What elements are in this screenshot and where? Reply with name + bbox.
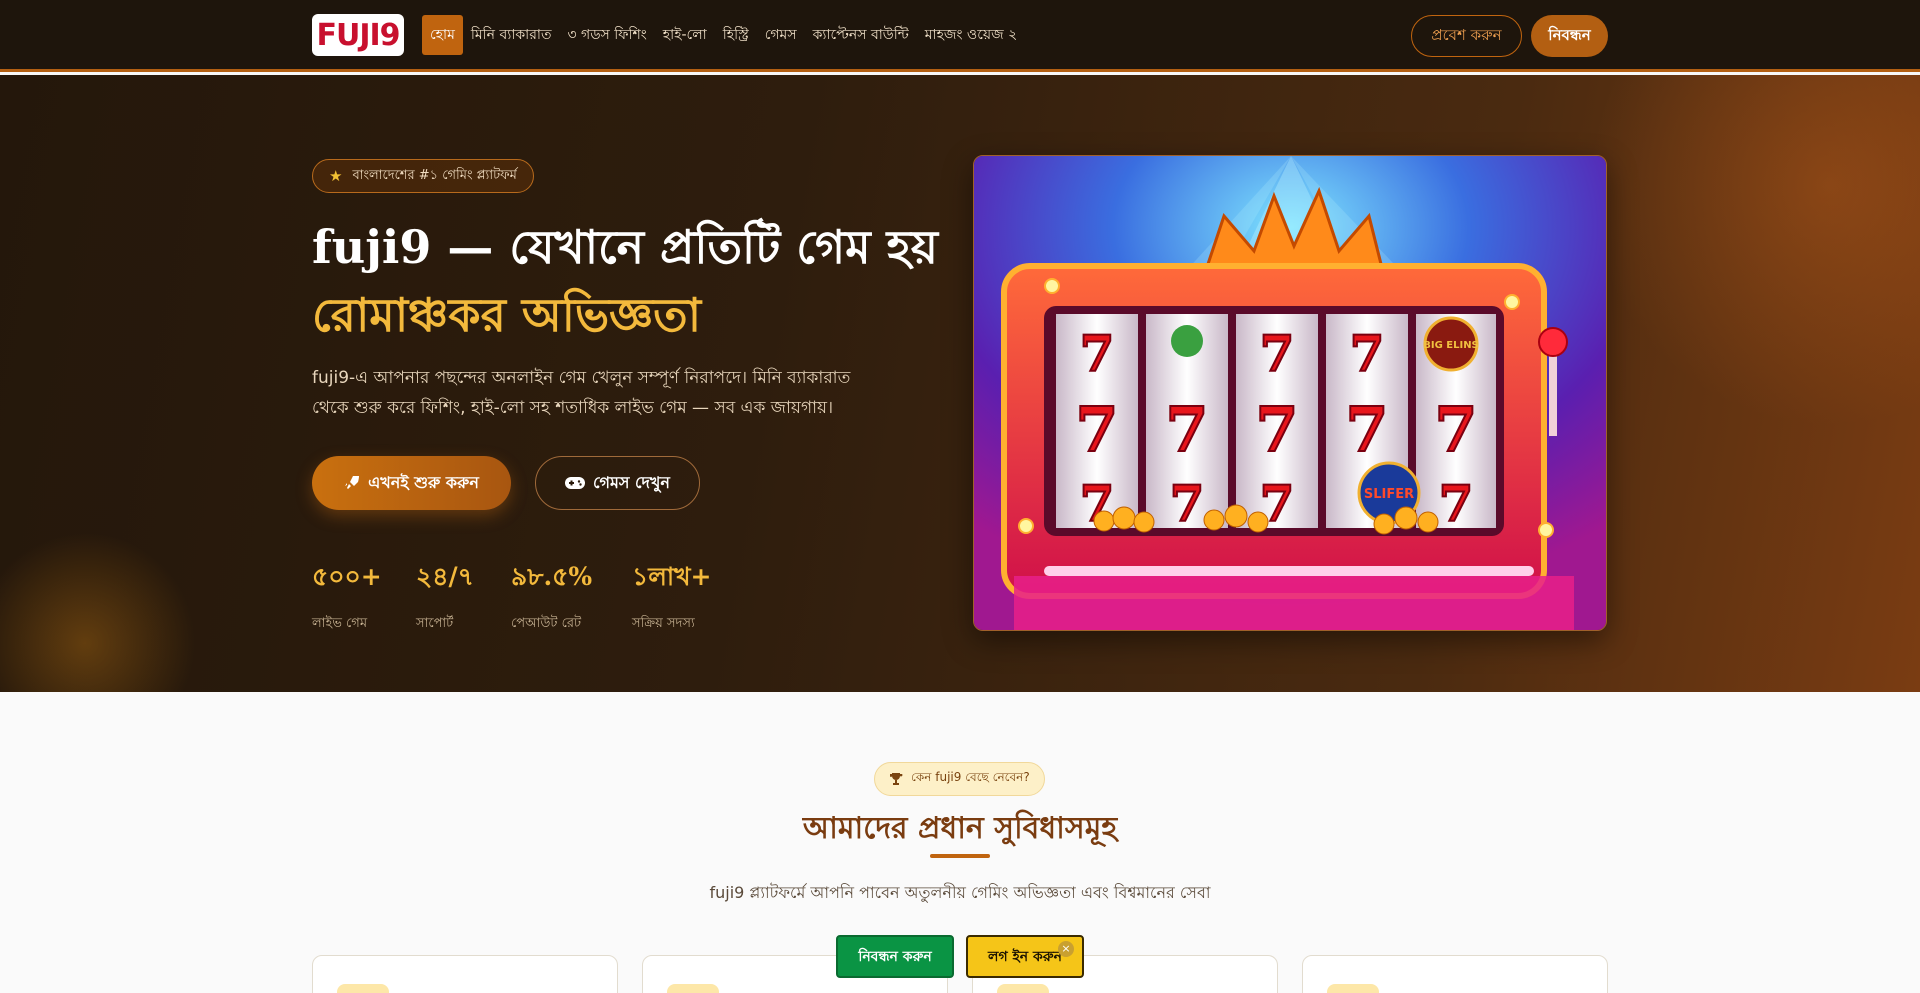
floating-register-button[interactable]: নিবন্ধন করুন	[836, 935, 954, 978]
platform-badge: ★ বাংলাদেশের #১ গেমিং প্ল্যাটফর্ম	[312, 159, 534, 193]
slot-seven: 7	[1439, 474, 1474, 533]
stat-support: ২৪/৭ সাপোর্ট	[416, 557, 474, 635]
nav-link-home[interactable]: হোম	[422, 15, 463, 55]
register-button[interactable]: নিবন্ধন	[1531, 15, 1608, 57]
stat-label: পেআউট রেট	[511, 616, 582, 631]
features-title: আমাদের প্রধান সুবিধাসমূহ	[802, 811, 1118, 846]
title-underline	[930, 854, 990, 858]
slot-seven: 7	[1165, 393, 1208, 466]
hero-section: ★ বাংলাদেশের #১ গেমিং প্ল্যাটফর্ম fuji9 …	[0, 75, 1920, 692]
nav-links: হোম মিনি ব্যাকারাত ৩ গডস ফিশিং হাই-লো হি…	[422, 15, 1025, 55]
login-button[interactable]: প্রবেশ করুন	[1411, 15, 1522, 57]
slot-seven: 7	[1434, 393, 1477, 466]
slot-machine-illustration: 7 7 7 7 7 7 7 7 7 7 7 7 BIG ELINS SLIFER	[974, 156, 1606, 630]
why-choose-pill: কেন fuji9 বেছে নেবেন?	[874, 762, 1045, 796]
stat-value: ৫০০+	[312, 562, 382, 591]
slot-seven: 7	[1170, 474, 1205, 533]
clover-symbol	[1171, 325, 1203, 357]
stat-value: ১লাখ+	[632, 562, 712, 591]
feature-icon	[1327, 984, 1379, 993]
stat-value: ২৪/৭	[416, 562, 474, 591]
view-games-button[interactable]: গেমস দেখুন	[535, 456, 700, 510]
feature-icon	[337, 984, 389, 993]
feature-icon	[997, 984, 1049, 993]
nav-link-history[interactable]: হিস্ট্রি	[715, 15, 757, 55]
nav-link-hi-lo[interactable]: হাই-লো	[655, 15, 715, 55]
gamepad-icon	[565, 477, 586, 489]
stat-active-members: ১লাখ+ সক্রিয় সদস্য	[632, 557, 711, 635]
slot-seven: 7	[1345, 393, 1388, 466]
badge-text: বাংলাদেশের #১ গেমিং প্ল্যাটফর্ম	[352, 167, 517, 183]
nav-link-mini-baccarat[interactable]: মিনি ব্যাকারাত	[463, 15, 560, 55]
view-games-label: গেমস দেখুন	[593, 472, 670, 492]
rocket-icon	[345, 476, 360, 489]
hero-description: fuji9-এ আপনার পছন্দের অনলাইন গেম খেলুন স…	[312, 368, 851, 418]
nav-link-mahjong-ways-2[interactable]: মাহজং ওয়েজ ২	[917, 15, 1025, 55]
feature-icon	[667, 984, 719, 993]
hero-title-line2: রোমাঞ্চকর অভিজ্ঞতা	[312, 288, 702, 342]
pill-text: কেন fuji9 বেছে নেবেন?	[911, 770, 1030, 784]
trophy-icon	[890, 773, 903, 785]
start-now-label: এখনই শুরু করুন	[368, 472, 479, 492]
stat-payout-rate: ৯৮.৫% পেআউট রেট	[511, 557, 592, 635]
feature-card	[1302, 955, 1608, 993]
slot-seven: 7	[1075, 393, 1118, 466]
features-subtitle: fuji9 প্ল্যাটফর্মে আপনি পাবেন অতুলনীয় গ…	[709, 883, 1211, 902]
logo-text: FUJI9	[316, 17, 400, 53]
feature-card	[312, 955, 618, 993]
nav-link-3-gods-fishing[interactable]: ৩ গডস ফিশিং	[560, 15, 655, 55]
slot-seven: 7	[1080, 324, 1115, 383]
stat-label: সক্রিয় সদস্য	[632, 616, 695, 631]
hero-title-line1: fuji9 — যেখানে প্রতিটি গেম হয়	[312, 220, 938, 274]
nav-link-captains-bounty[interactable]: ক্যাপ্টেনস বাউন্টি	[805, 15, 917, 55]
close-icon[interactable]: ×	[1058, 941, 1074, 957]
stat-value: ৯৮.৫%	[511, 562, 593, 591]
site-logo[interactable]: FUJI9	[312, 14, 404, 56]
top-navbar: FUJI9 হোম মিনি ব্যাকারাত ৩ গডস ফিশিং হাই…	[0, 0, 1920, 72]
slot-seven: 7	[1350, 324, 1385, 383]
slifer-label: SLIFER	[1364, 487, 1414, 502]
slot-seven: 7	[1260, 324, 1295, 383]
nav-link-games[interactable]: গেমস	[757, 15, 805, 55]
star-icon: ★	[329, 167, 343, 185]
start-now-button[interactable]: এখনই শুরু করুন	[312, 456, 511, 510]
slot-machine-image: 7 7 7 7 7 7 7 7 7 7 7 7 BIG ELINS SLIFER	[973, 155, 1607, 631]
stat-label: লাইভ গেম	[312, 616, 368, 631]
features-section: কেন fuji9 বেছে নেবেন? আমাদের প্রধান সুবি…	[0, 692, 1920, 993]
slot-seven: 7	[1255, 393, 1298, 466]
stat-live-games: ৫০০+ লাইভ গেম	[312, 557, 382, 635]
stat-label: সাপোর্ট	[416, 616, 454, 631]
big-win-label: BIG ELINS	[1423, 340, 1479, 351]
